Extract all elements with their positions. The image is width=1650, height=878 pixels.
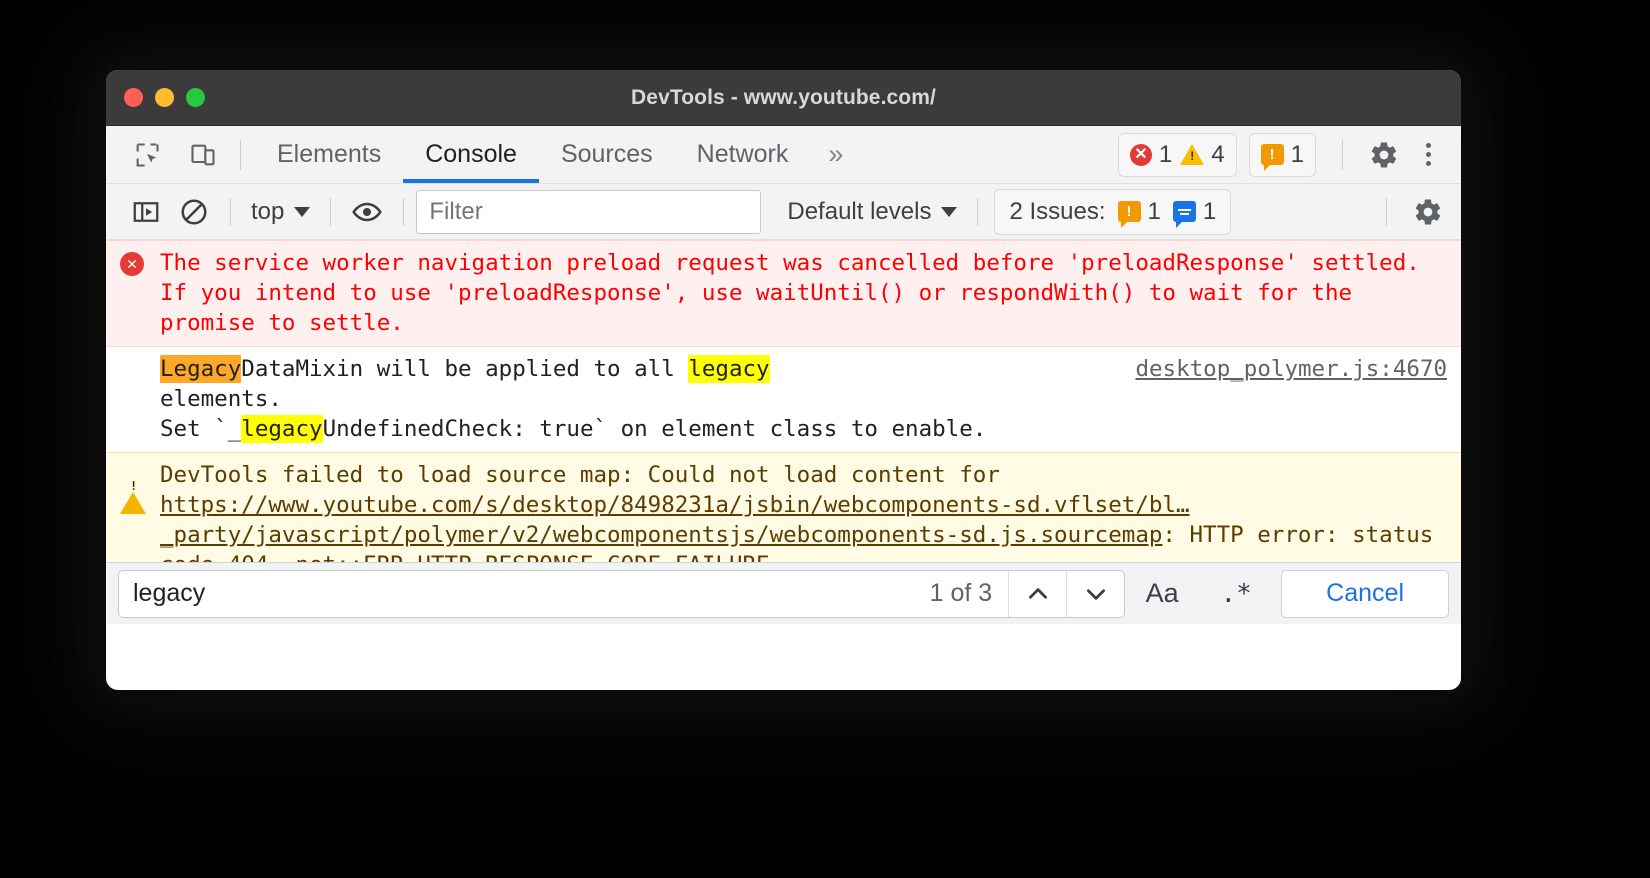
log-text-line3-pre: Set `_ (160, 416, 242, 442)
search-match: legacy (241, 415, 323, 443)
warning-triangle-icon (120, 460, 160, 562)
issue-blue-icon (1172, 201, 1196, 228)
sourcemap-url-link[interactable]: https://www.youtube.com/s/desktop/849823… (160, 492, 1190, 548)
log-source-link-wrap: desktop_polymer.js:4670 (1111, 354, 1447, 384)
log-message-text: LegacyDataMixin will be applied to all l… (160, 354, 1111, 444)
cancel-search-button[interactable]: Cancel (1281, 569, 1449, 618)
console-search-bar: 1 of 3 Aa .* Cancel (106, 562, 1461, 624)
tab-console[interactable]: Console (403, 126, 539, 183)
tabbar-right-divider (1342, 139, 1343, 170)
console-message-error[interactable]: ✕ The service worker navigation preload … (106, 240, 1461, 347)
search-next-button[interactable] (1066, 570, 1124, 617)
tab-sources[interactable]: Sources (539, 126, 675, 183)
inspect-element-icon[interactable] (124, 134, 170, 176)
log-message-row: LegacyDataMixin will be applied to all l… (160, 354, 1447, 444)
regex-button[interactable]: .* (1199, 570, 1273, 618)
issue-orange-icon (1117, 201, 1141, 228)
issues-button[interactable]: 2 Issues: 1 1 (994, 188, 1232, 235)
clear-console-icon[interactable] (170, 192, 218, 232)
search-match: legacy (688, 355, 770, 383)
warning-message-text: DevTools failed to load source map: Coul… (160, 460, 1447, 562)
traffic-lights (106, 88, 205, 107)
search-input[interactable] (119, 570, 914, 617)
search-match-current: Legacy (160, 355, 242, 383)
error-circle-icon: ✕ (1129, 143, 1152, 166)
console-toolbar-divider-2 (330, 197, 332, 226)
filter-input[interactable] (416, 189, 762, 234)
chevron-down-icon (941, 206, 958, 217)
console-message-list[interactable]: ✕ The service worker navigation preload … (106, 240, 1461, 562)
log-text-mid: DataMixin will be applied to all (241, 356, 689, 382)
more-tabs-chevron-icon[interactable]: » (810, 126, 861, 183)
log-levels-label: Default levels (787, 197, 932, 225)
close-window-button[interactable] (124, 88, 143, 107)
log-text-line2: elements. (160, 386, 282, 412)
chevron-down-icon (294, 206, 311, 217)
devtools-window: DevTools - www.youtube.com/ Elements Con… (106, 70, 1461, 690)
tab-network[interactable]: Network (675, 126, 811, 183)
devtools-tabbar: Elements Console Sources Network » ✕ 1 4 (106, 126, 1461, 184)
console-sidebar-icon[interactable] (122, 192, 170, 232)
tabbar-right-controls: ✕ 1 4 1 (1117, 132, 1461, 177)
search-field-wrapper: 1 of 3 (118, 569, 1126, 618)
settings-gear-icon[interactable] (1369, 140, 1399, 170)
warning-triangle-icon (1180, 144, 1205, 165)
issues-label: 2 Issues: (1009, 197, 1106, 225)
source-link[interactable]: desktop_polymer.js:4670 (1135, 356, 1447, 382)
execution-context-dropdown[interactable]: top (243, 198, 318, 226)
console-toolbar-right (1374, 197, 1461, 227)
error-message-text: The service worker navigation preload re… (160, 250, 1420, 336)
error-count: 1 (1158, 140, 1173, 168)
desktop-backdrop: DevTools - www.youtube.com/ Elements Con… (0, 0, 1650, 878)
error-badge[interactable]: ✕ 1 (1129, 140, 1173, 169)
window-titlebar: DevTools - www.youtube.com/ (106, 70, 1461, 126)
issues-badge-group[interactable]: 1 (1248, 132, 1316, 177)
search-previous-button[interactable] (1008, 570, 1066, 617)
tab-elements[interactable]: Elements (255, 126, 403, 183)
console-toolbar-divider-3 (403, 197, 405, 226)
panel-tabs: Elements Console Sources Network » (255, 126, 861, 183)
console-toolbar: top Default levels 2 Issues: (106, 184, 1461, 240)
warning-prefix: DevTools failed to load source map: Coul… (160, 462, 1000, 488)
log-text-line3-post: UndefinedCheck: true` on element class t… (322, 416, 987, 442)
console-message-warning[interactable]: DevTools failed to load source map: Coul… (106, 452, 1461, 562)
search-match-count: 1 of 3 (929, 579, 993, 607)
issue-badge[interactable]: 1 (1260, 140, 1304, 171)
minimize-window-button[interactable] (155, 88, 174, 107)
log-message-gutter (120, 354, 160, 444)
tabbar-divider (240, 139, 241, 170)
warning-badge[interactable]: 4 (1180, 140, 1225, 169)
console-toolbar-divider-4 (977, 197, 979, 226)
console-toolbar-divider-1 (230, 197, 231, 226)
live-expression-eye-icon[interactable] (343, 192, 391, 232)
maximize-window-button[interactable] (186, 88, 205, 107)
error-circle-icon: ✕ (120, 248, 160, 338)
tabbar-left-icons (106, 134, 226, 176)
kebab-menu-icon[interactable] (1411, 138, 1445, 172)
issues-orange-pair: 1 (1117, 197, 1161, 228)
warning-count: 4 (1211, 140, 1225, 168)
device-toolbar-icon[interactable] (180, 134, 226, 176)
console-message-log[interactable]: LegacyDataMixin will be applied to all l… (106, 347, 1461, 452)
issues-blue-count: 1 (1202, 197, 1217, 225)
issue-orange-icon (1260, 144, 1284, 171)
match-case-button[interactable]: Aa (1125, 570, 1199, 618)
issues-blue-pair: 1 (1172, 197, 1217, 228)
window-title: DevTools - www.youtube.com/ (631, 85, 936, 109)
issue-count: 1 (1290, 140, 1304, 168)
console-settings-gear-icon[interactable] (1413, 197, 1443, 227)
log-levels-dropdown[interactable]: Default levels (779, 198, 965, 226)
issues-orange-count: 1 (1147, 197, 1161, 225)
console-toolbar-divider-5 (1386, 197, 1387, 226)
error-warning-badges[interactable]: ✕ 1 4 (1117, 132, 1237, 177)
execution-context-label: top (251, 197, 285, 225)
